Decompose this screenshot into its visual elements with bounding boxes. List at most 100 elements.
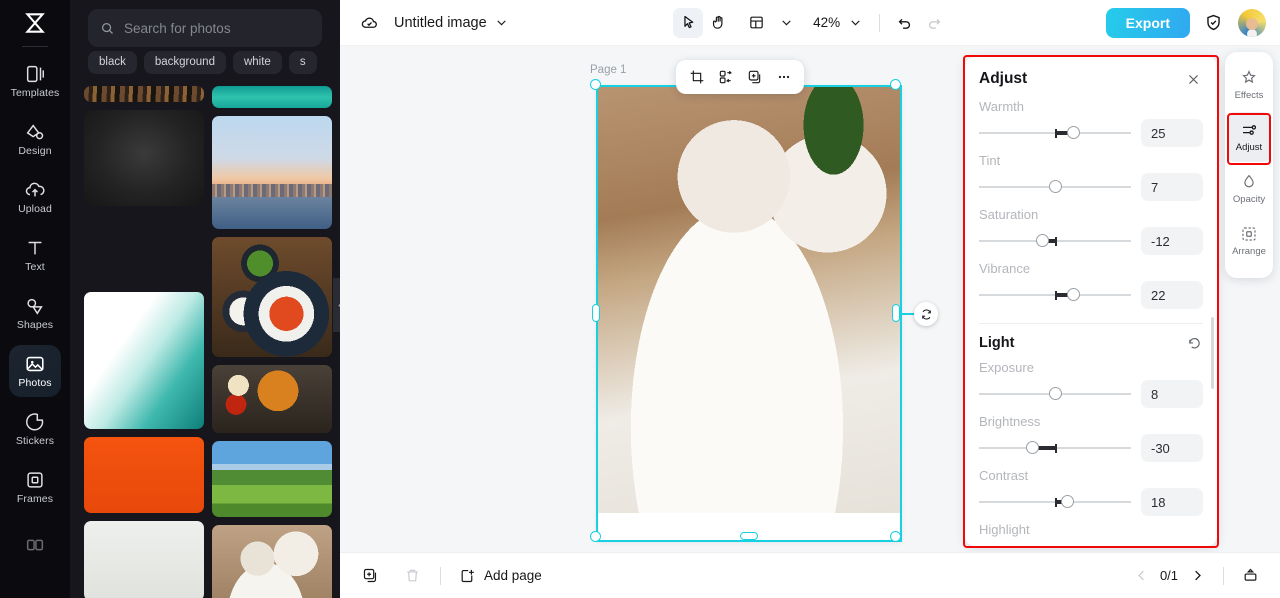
slider-knob[interactable] (1060, 495, 1074, 508)
vibrance-value[interactable]: 22 (1141, 281, 1203, 309)
sidebar-item-more[interactable] (9, 519, 61, 571)
prev-page-button[interactable] (1127, 562, 1155, 590)
warmth-value[interactable]: 25 (1141, 119, 1203, 147)
zoom-level[interactable]: 42% (813, 15, 840, 30)
resize-handle-bottom-right[interactable] (890, 531, 901, 542)
crop-button[interactable] (684, 64, 710, 90)
contrast-value[interactable]: 18 (1141, 488, 1203, 516)
resize-handle-top-right[interactable] (890, 79, 901, 90)
search-tag[interactable]: white (232, 51, 282, 74)
adjust-panel-body[interactable]: Warmth 25 Tint 7 Saturation -12 Vibrance… (965, 101, 1217, 546)
select-tool-button[interactable] (673, 7, 704, 38)
duplicate-button[interactable] (742, 64, 768, 90)
sidebar-item-design[interactable]: Design (9, 113, 61, 165)
contrast-slider[interactable] (979, 493, 1131, 511)
slider-knob[interactable] (1066, 288, 1080, 301)
photo-thumbnail[interactable] (84, 110, 204, 206)
slider-knob[interactable] (1066, 126, 1080, 139)
search-input[interactable] (124, 20, 310, 36)
cloud-save-button[interactable] (354, 8, 384, 38)
undo-button[interactable] (889, 8, 919, 38)
sidebar-item-label: Templates (10, 87, 60, 100)
resize-handle-bottom[interactable] (740, 532, 758, 540)
close-icon (1188, 74, 1198, 84)
search-tag[interactable]: s (288, 51, 317, 74)
document-title[interactable]: Untitled image (394, 15, 487, 31)
vibrance-slider[interactable] (979, 286, 1131, 304)
photos-icon (26, 357, 44, 372)
app-logo[interactable] (0, 0, 70, 46)
slider-knob[interactable] (1036, 234, 1050, 247)
slider-knob[interactable] (1048, 387, 1062, 400)
resize-handle-bottom-left[interactable] (590, 531, 601, 542)
next-page-button[interactable] (1183, 562, 1211, 590)
search-photos-box[interactable] (88, 9, 322, 47)
layout-menu-button[interactable] (771, 8, 801, 38)
right-item-effects[interactable]: Effects (1227, 60, 1271, 110)
add-page-button[interactable]: Add page (459, 567, 542, 584)
saturation-slider[interactable] (979, 232, 1131, 250)
warmth-slider[interactable] (979, 124, 1131, 142)
close-panel-button[interactable] (1183, 69, 1203, 89)
hand-tool-button[interactable] (703, 8, 733, 38)
present-button[interactable] (1236, 562, 1264, 590)
redo-button[interactable] (919, 8, 949, 38)
sidebar-item-templates[interactable]: Templates (9, 55, 61, 107)
resize-handle-top-left[interactable] (590, 79, 601, 90)
photo-thumbnail[interactable] (84, 292, 204, 429)
control-label: Highlight (979, 522, 1030, 537)
photo-thumbnail[interactable] (212, 116, 332, 229)
sidebar-item-photos[interactable]: Photos (9, 345, 61, 397)
brightness-value[interactable]: -30 (1141, 434, 1203, 462)
document-menu-button[interactable] (487, 8, 517, 38)
sidebar-item-shapes[interactable]: Shapes (9, 287, 61, 339)
layout-icon (749, 16, 763, 29)
slider-knob[interactable] (1048, 180, 1062, 193)
sidebar-item-frames[interactable]: Frames (9, 461, 61, 513)
photo-thumbnail[interactable] (212, 525, 332, 598)
zoom-menu-button[interactable] (840, 8, 870, 38)
photo-thumbnail[interactable] (84, 86, 204, 102)
light-reset-button[interactable] (1185, 334, 1203, 352)
resize-handle-left[interactable] (592, 304, 600, 322)
replace-image-icon (719, 70, 732, 84)
tint-value[interactable]: 7 (1141, 173, 1203, 201)
section-divider (979, 323, 1203, 324)
brightness-slider[interactable] (979, 439, 1131, 457)
photo-thumbnail[interactable] (212, 237, 332, 357)
exposure-slider[interactable] (979, 385, 1131, 403)
panel-scrollbar[interactable] (1211, 317, 1214, 389)
user-avatar[interactable] (1238, 8, 1266, 37)
right-item-arrange[interactable]: Arrange (1227, 216, 1271, 266)
exposure-value[interactable]: 8 (1141, 380, 1203, 408)
slider-knob[interactable] (1025, 441, 1039, 454)
right-item-opacity[interactable]: Opacity (1227, 164, 1271, 214)
photo-thumbnail[interactable] (84, 521, 204, 598)
photo-thumbnail[interactable] (212, 86, 332, 108)
tint-slider[interactable] (979, 178, 1131, 196)
slider-origin-tick (1055, 443, 1057, 453)
search-tag[interactable]: black (88, 51, 137, 74)
saturation-value[interactable]: -12 (1141, 227, 1203, 255)
security-button[interactable] (1198, 8, 1228, 38)
canvas-image[interactable] (598, 87, 900, 513)
export-button[interactable]: Export (1105, 7, 1190, 38)
sidebar-item-upload[interactable]: Upload (9, 171, 61, 223)
right-item-adjust[interactable]: Adjust (1227, 112, 1271, 162)
photo-thumbnail[interactable] (84, 214, 204, 284)
resize-handle-right[interactable] (892, 304, 900, 322)
duplicate-page-button[interactable] (356, 562, 384, 590)
more-options-button[interactable] (771, 64, 797, 90)
right-item-label: Effects (1234, 90, 1264, 101)
layout-tool-button[interactable] (741, 8, 771, 38)
replace-image-button[interactable] (713, 64, 739, 90)
photo-thumbnail[interactable] (84, 437, 204, 513)
sidebar-item-stickers[interactable]: Stickers (9, 403, 61, 455)
delete-page-button[interactable] (398, 562, 426, 590)
photo-thumbnail[interactable] (212, 365, 332, 433)
photo-thumbnail[interactable] (212, 441, 332, 517)
search-tag[interactable]: background (143, 51, 226, 74)
sidebar-item-text[interactable]: Text (9, 229, 61, 281)
top-toolbar: Untitled image 42% Export (340, 0, 1280, 46)
rotate-handle[interactable] (914, 302, 938, 326)
